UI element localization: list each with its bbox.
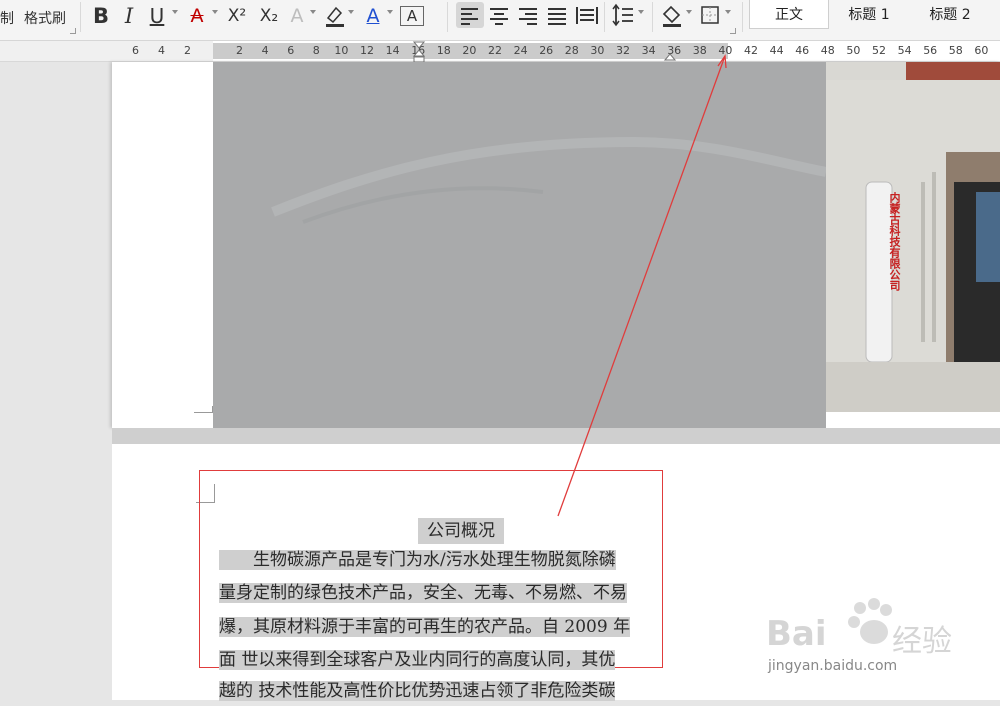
strikethrough-dropdown-icon[interactable] [212,10,218,14]
doc-heading[interactable]: 公司概况 [418,518,504,544]
ruler-number: 10 [334,44,349,57]
photo-sign-text: 内蒙古科技有限公司 [888,192,901,291]
ruler-number: 4 [158,44,165,57]
align-right-icon[interactable] [515,2,541,28]
right-indent-marker-icon[interactable] [664,52,676,61]
doc-line-1[interactable]: 生物碳源产品是专门为水/污水处理生物脱氮除磷 [219,545,667,575]
ruler-number: 50 [846,44,861,57]
group-corner-mark[interactable] [70,28,76,34]
ruler-number: 18 [436,44,451,57]
ruler-number: 8 [312,44,320,57]
ruler-number: 48 [820,44,835,57]
italic-button[interactable]: I [118,0,140,32]
ruler-number: 34 [641,44,656,57]
align-center-icon[interactable] [486,2,512,28]
page-separator [112,428,1000,444]
ruler-number: 56 [923,44,938,57]
align-left-icon[interactable] [456,2,484,28]
ruler-number: 4 [261,44,269,57]
ruler-number: 2 [236,44,243,57]
building-photo-svg [826,62,1000,412]
char-border-button[interactable]: A [400,6,424,26]
company-building-photo[interactable]: 内蒙古科技有限公司 [826,62,1000,412]
borders-dropdown-icon[interactable] [725,10,731,14]
shading-icon[interactable] [660,2,684,28]
watermark-suffix: 经验 [892,624,952,659]
ruler-number: 58 [948,44,963,57]
horizontal-ruler[interactable]: 6 4 2 2468101214161820222426283032343638… [0,41,1000,63]
ruler-number: 54 [897,44,912,57]
style-heading-1[interactable]: 标题 1 [830,0,908,28]
highlight-dropdown-icon[interactable] [348,10,354,14]
shading-dropdown-icon[interactable] [686,10,692,14]
ruler-number: 14 [385,44,400,57]
font-color-dropdown-icon[interactable] [387,10,393,14]
ruler-number: 40 [718,44,733,57]
toolbar-separator [80,2,81,32]
ruler-number: 38 [692,44,707,57]
toolbar-separator [742,2,743,32]
distributed-icon[interactable] [573,2,601,28]
watermark-url: jingyan.baidu.com [768,658,898,674]
ruler-number: 30 [590,44,605,57]
ruler-number: 60 [974,44,989,57]
subscript-button[interactable]: X₂ [254,0,284,32]
style-heading-2[interactable]: 标题 2 [911,0,989,28]
doc-line-3-text: 爆，其原材料源于丰富的可再生的农产品。自 2009 年 [219,617,631,637]
font-color-button[interactable]: A [362,0,384,32]
format-painter-button[interactable]: 格式刷 [24,8,66,28]
formatting-toolbar: 制 格式刷 B I U A X² X₂ A A A 正文 标题 1 标题 2 [0,0,1000,41]
grey-image-placeholder[interactable] [213,62,827,428]
ruler-number: 28 [564,44,579,57]
ruler-number: 26 [539,44,554,57]
toolbar-separator [447,2,448,32]
text-effect-dropdown-icon[interactable] [310,10,316,14]
group-corner-mark[interactable] [730,28,736,34]
doc-line-2-text: 量身定制的绿色技术产品，安全、无毒、不易燃、不易 [219,583,627,603]
doc-line-3[interactable]: 爆，其原材料源于丰富的可再生的农产品。自 2009 年 [219,612,667,642]
faded-background-pattern [271,136,827,224]
ruler-number: 44 [769,44,784,57]
line-spacing-icon[interactable] [610,2,636,28]
doc-line-5-text: 越的 技术性能及高性价比优势迅速占领了非危险类碳 [219,681,616,701]
ruler-number: 46 [795,44,810,57]
highlighter-icon[interactable] [324,4,346,28]
ruler-number: 22 [488,44,502,57]
toolbar-cut-label[interactable]: 制 [0,8,14,28]
toolbar-separator [652,2,653,32]
doc-line-4-text: 面 世以来得到全球客户及业内同行的高度认同，其优 [219,650,616,670]
underline-dropdown-icon[interactable] [172,10,178,14]
style-normal[interactable]: 正文 [749,0,829,29]
indent-marker-icon[interactable] [413,41,425,63]
ruler-number: 6 [287,44,295,57]
doc-line-2[interactable]: 量身定制的绿色技术产品，安全、无毒、不易燃、不易 [219,578,681,608]
ruler-number: 32 [616,44,630,57]
superscript-button[interactable]: X² [222,0,252,32]
watermark-brand: Bai [766,614,827,654]
doc-line-1-text: 生物碳源产品是专门为水/污水处理生物脱氮除磷 [219,550,616,570]
ruler-number: 42 [744,44,758,57]
ruler-number: 20 [462,44,477,57]
ruler-margin-left [0,41,213,61]
ruler-number: 12 [360,44,374,57]
justify-icon[interactable] [544,2,570,28]
doc-line-5[interactable]: 越的 技术性能及高性价比优势迅速占领了非危险类碳 [219,676,667,706]
ruler-number: 24 [513,44,528,57]
borders-icon[interactable] [698,2,722,28]
bold-button[interactable]: B [88,0,114,32]
margin-corner-mark [194,406,213,413]
toolbar-separator [604,2,605,32]
line-spacing-dropdown-icon[interactable] [638,10,644,14]
text-effect-button[interactable]: A [286,0,308,32]
ruler-number: 2 [184,44,191,57]
ruler-number: 6 [132,44,139,57]
ruler-number: 52 [872,44,886,57]
underline-button[interactable]: U [144,0,170,32]
doc-line-4[interactable]: 面 世以来得到全球客户及业内同行的高度认同，其优 [219,645,667,675]
strikethrough-button[interactable]: A [184,0,210,32]
